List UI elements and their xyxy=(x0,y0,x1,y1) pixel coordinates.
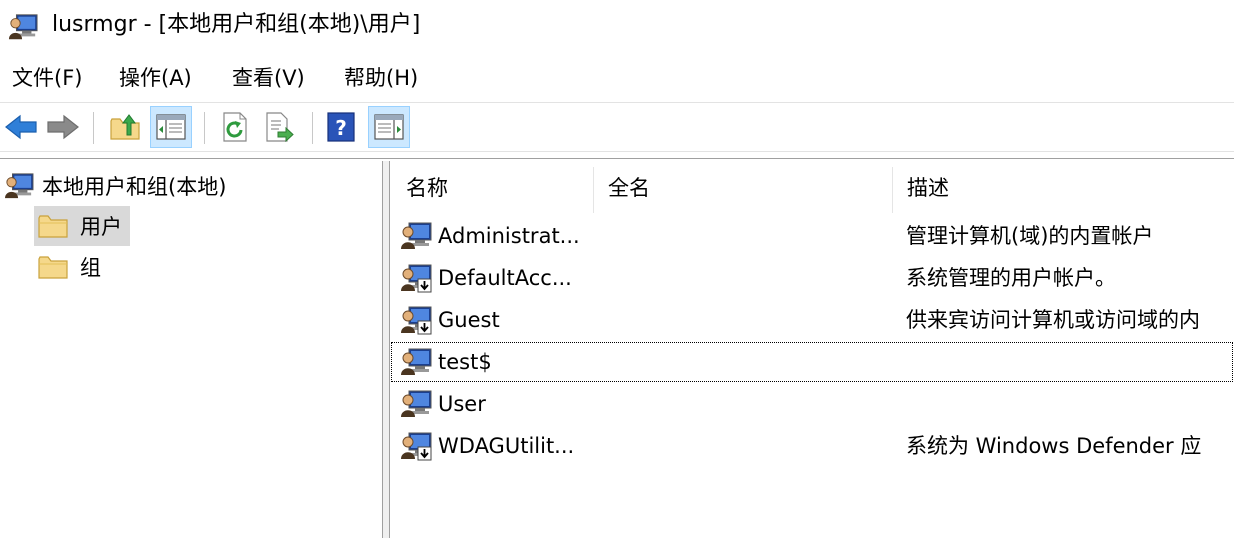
forward-arrow-icon xyxy=(47,114,79,140)
user-name: DefaultAcc... xyxy=(438,266,572,290)
up-folder-icon xyxy=(110,114,140,140)
console-tree-pane: 本地用户和组(本地) 用户 组 xyxy=(0,161,382,538)
user-name: WDAGUtilit... xyxy=(438,434,575,458)
refresh-button[interactable] xyxy=(214,106,256,148)
users-app-icon xyxy=(8,12,38,42)
help-icon: ? xyxy=(327,112,355,142)
toolbar-separator xyxy=(0,151,1234,152)
toolbar: ? xyxy=(0,104,1234,150)
column-header-fullname[interactable]: 全名 xyxy=(594,161,890,215)
tree-root-local-users-groups[interactable]: 本地用户和组(本地) xyxy=(4,169,226,203)
user-row[interactable]: test$ xyxy=(390,341,1234,383)
show-hide-action-pane-icon xyxy=(374,114,404,140)
export-list-icon xyxy=(266,112,294,142)
back-arrow-icon xyxy=(5,114,37,140)
forward-button[interactable] xyxy=(42,106,84,148)
tree-root-label: 本地用户和组(本地) xyxy=(42,175,227,199)
tree-item-users[interactable]: 用户 xyxy=(34,206,130,246)
user-row[interactable]: Administrat... 管理计算机(域)的内置帐户 xyxy=(390,215,1234,257)
user-icon xyxy=(400,221,432,251)
menu-separator xyxy=(0,102,1234,103)
window-title: lusrmgr - [本地用户和组(本地)\用户] xyxy=(52,12,421,37)
menu-action[interactable]: 操作(A) xyxy=(113,58,198,98)
back-button[interactable] xyxy=(0,106,42,148)
toolbar-divider xyxy=(204,112,205,144)
user-description: 系统为 Windows Defender 应 xyxy=(906,434,1202,458)
disabled-user-icon xyxy=(400,305,432,335)
toolbar-divider xyxy=(93,112,94,144)
help-button[interactable]: ? xyxy=(320,106,362,148)
tree-item-groups[interactable]: 组 xyxy=(34,247,109,287)
show-hide-action-pane-button[interactable] xyxy=(368,106,410,148)
user-row[interactable]: DefaultAcc... 系统管理的用户帐户。 xyxy=(390,257,1234,299)
user-icon xyxy=(400,347,432,377)
svg-text:?: ? xyxy=(335,116,347,140)
menu-file[interactable]: 文件(F) xyxy=(6,58,88,98)
disabled-user-icon xyxy=(400,263,432,293)
folder-icon xyxy=(38,254,68,280)
disabled-user-icon xyxy=(400,431,432,461)
export-list-button[interactable] xyxy=(258,106,300,148)
pane-top-border xyxy=(0,158,1234,159)
user-row[interactable]: User xyxy=(390,383,1234,425)
pane-splitter[interactable] xyxy=(382,161,390,538)
refresh-icon xyxy=(223,112,247,142)
user-description: 系统管理的用户帐户。 xyxy=(906,266,1116,290)
user-name: Guest xyxy=(438,308,500,332)
users-computer-icon xyxy=(4,172,34,200)
tree-item-label: 组 xyxy=(80,256,101,280)
up-one-level-button[interactable] xyxy=(104,106,146,148)
user-name: User xyxy=(438,392,486,416)
folder-icon xyxy=(38,213,68,239)
title-bar: lusrmgr - [本地用户和组(本地)\用户] xyxy=(0,0,1234,52)
menu-help[interactable]: 帮助(H) xyxy=(338,58,424,98)
user-name: Administrat... xyxy=(438,224,580,248)
results-list-pane: 名称 全名 描述 Administrat... 管理计算机(域)的内置帐户 De… xyxy=(390,161,1234,538)
menu-view[interactable]: 查看(V) xyxy=(226,58,311,98)
user-description: 管理计算机(域)的内置帐户 xyxy=(906,224,1154,248)
user-description: 供来宾访问计算机或访问域的内 xyxy=(906,308,1200,332)
user-row[interactable]: WDAGUtilit... 系统为 Windows Defender 应 xyxy=(390,425,1234,467)
user-icon xyxy=(400,389,432,419)
show-hide-console-tree-icon xyxy=(156,114,186,140)
tree-item-label: 用户 xyxy=(80,215,122,239)
column-header-name[interactable]: 名称 xyxy=(392,161,592,215)
column-header-description[interactable]: 描述 xyxy=(893,161,1234,215)
toolbar-divider xyxy=(312,112,313,144)
show-hide-console-tree-button[interactable] xyxy=(150,106,192,148)
user-name: test$ xyxy=(438,350,492,374)
user-row[interactable]: Guest 供来宾访问计算机或访问域的内 xyxy=(390,299,1234,341)
